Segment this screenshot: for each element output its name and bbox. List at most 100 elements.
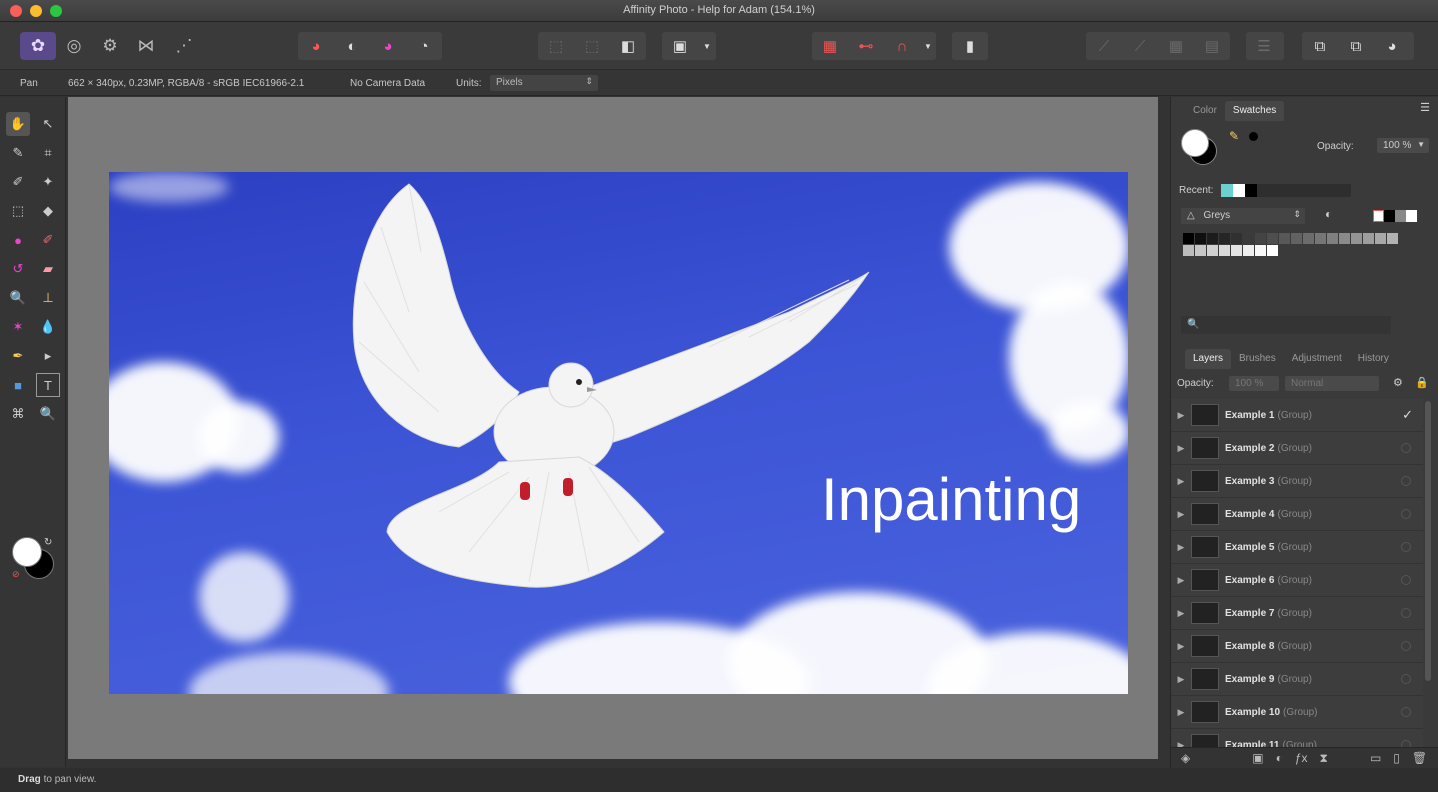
opacity-field[interactable]: 100 % ▼ <box>1377 138 1429 153</box>
flip-icon[interactable]: ⟋ <box>1122 32 1158 60</box>
grey-swatch[interactable] <box>1303 233 1314 244</box>
grey-swatch[interactable] <box>1267 245 1278 256</box>
expand-arrow-icon[interactable]: ▶ <box>1171 509 1191 520</box>
grey-swatch[interactable] <box>1231 245 1242 256</box>
no-fill-swatch[interactable] <box>1373 210 1384 222</box>
layer-row[interactable]: ▶ Example 5 (Group) <box>1171 531 1423 564</box>
grey-swatch[interactable] <box>1207 233 1218 244</box>
grey-swatch[interactable] <box>1351 233 1362 244</box>
levels-icon[interactable]: ◕ <box>298 32 334 60</box>
grey-swatch[interactable] <box>1207 245 1218 256</box>
tab-layers[interactable]: Layers <box>1185 349 1232 369</box>
chevron-down-icon[interactable]: ▼ <box>698 32 716 60</box>
tab-history[interactable]: History <box>1350 349 1397 369</box>
grid-icon[interactable]: ▦ <box>812 32 848 60</box>
visibility-toggle[interactable] <box>1401 641 1411 651</box>
mesh-warp-tool-icon[interactable]: ⌘ <box>6 402 30 426</box>
dodge-tool-icon[interactable]: ↺ <box>6 257 30 281</box>
marquee-tool-icon[interactable]: ⬚ <box>6 199 30 223</box>
erase-tool-icon[interactable]: ▰ <box>36 257 60 281</box>
invert-selection-icon[interactable]: ◧ <box>610 32 646 60</box>
swap-colors-icon[interactable]: ↻ <box>44 537 52 548</box>
color-balance-icon[interactable]: ◕ <box>370 32 406 60</box>
contrast-icon[interactable]: ◐ <box>334 32 370 60</box>
export-persona-icon[interactable]: ⋰ <box>166 32 202 60</box>
blend-mode-select[interactable]: Normal <box>1285 376 1379 391</box>
blur-tool-icon[interactable]: 💧 <box>36 315 60 339</box>
grey-swatch[interactable] <box>1279 233 1290 244</box>
layer-row[interactable]: ▶ Example 4 (Group) <box>1171 498 1423 531</box>
grey-swatch[interactable] <box>1387 233 1398 244</box>
canvas-area[interactable]: Inpainting <box>68 97 1158 759</box>
pen-tool-icon[interactable]: ✒ <box>6 344 30 368</box>
grey-swatch[interactable] <box>1315 233 1326 244</box>
trash-icon[interactable]: 🗑 <box>1412 751 1427 765</box>
layer-row[interactable]: ▶ Example 3 (Group) <box>1171 465 1423 498</box>
expand-arrow-icon[interactable]: ▶ <box>1171 707 1191 718</box>
panel-menu-icon[interactable]: ☰ <box>1420 101 1430 114</box>
clone-tool-icon[interactable]: ⊥ <box>36 286 60 310</box>
selection-brush-tool-icon[interactable]: ✐ <box>6 170 30 194</box>
add-shape-icon[interactable]: ⧉ <box>1302 32 1338 60</box>
deselect-icon[interactable]: ⬚ <box>574 32 610 60</box>
node-tool-icon[interactable]: ▸ <box>36 344 60 368</box>
recent-colors[interactable] <box>1221 184 1351 197</box>
quick-mask-icon[interactable]: ▣ <box>662 32 698 60</box>
chevron-down-icon[interactable]: ▼ <box>920 32 936 60</box>
intersect-shape-icon[interactable]: ◕ <box>1374 32 1410 60</box>
crop-tool-icon[interactable]: ⌗ <box>36 141 60 165</box>
swatch-search-field[interactable]: 🔍 <box>1181 316 1391 334</box>
visibility-toggle[interactable] <box>1401 575 1411 585</box>
swatch-grid[interactable] <box>1183 233 1405 256</box>
snap-icon[interactable]: ⊷ <box>848 32 884 60</box>
inpainting-tool-icon[interactable]: ✶ <box>6 315 30 339</box>
layer-opacity-field[interactable]: 100 % <box>1229 376 1279 391</box>
layer-stack-icon[interactable]: ◈ <box>1181 751 1190 765</box>
layer-row[interactable]: ▶ Example 7 (Group) <box>1171 597 1423 630</box>
live-filter-icon[interactable]: ⧗ <box>1320 751 1328 766</box>
grey-swatch[interactable] <box>1291 233 1302 244</box>
grey-swatch[interactable] <box>1327 233 1338 244</box>
gradient-tool-icon[interactable]: ● <box>6 228 30 252</box>
expand-arrow-icon[interactable]: ▶ <box>1171 476 1191 487</box>
move-tool-icon[interactable]: ↖ <box>36 112 60 136</box>
grey-swatch[interactable] <box>1375 233 1386 244</box>
align-menu-icon[interactable]: ☰ <box>1246 32 1282 60</box>
layer-row[interactable]: ▶ Example 1 (Group) ✓ <box>1171 399 1423 432</box>
blemish-tool-icon[interactable]: 🔍 <box>6 286 30 310</box>
grey-swatch[interactable] <box>1243 233 1254 244</box>
grey-swatch[interactable] <box>1267 233 1278 244</box>
add-adjustment-icon[interactable]: ◐ <box>1276 751 1283 765</box>
swatch-primary-color[interactable] <box>1181 129 1209 157</box>
select-all-icon[interactable]: ⬚ <box>538 32 574 60</box>
grey-swatch[interactable] <box>1183 233 1194 244</box>
view-tool-icon[interactable]: ✋ <box>6 112 30 136</box>
expand-arrow-icon[interactable]: ▶ <box>1171 542 1191 553</box>
no-color-icon[interactable]: ⊘ <box>12 569 20 580</box>
tab-color[interactable]: Color <box>1185 101 1225 121</box>
expand-arrow-icon[interactable]: ▶ <box>1171 641 1191 652</box>
recent-swatch[interactable] <box>1221 184 1233 197</box>
white-balance-icon[interactable]: ◔ <box>406 32 442 60</box>
color-picker-tool-icon[interactable]: ✎ <box>6 141 30 165</box>
zoom-tool-icon[interactable]: 🔍 <box>36 402 60 426</box>
develop-persona-icon[interactable]: ⚙ <box>92 32 128 60</box>
palette-menu-icon[interactable]: ◐ <box>1325 207 1332 221</box>
layer-row[interactable]: ▶ Example 6 (Group) <box>1171 564 1423 597</box>
recent-swatch[interactable] <box>1233 184 1245 197</box>
grey-swatch[interactable] <box>1255 233 1266 244</box>
liquify-persona-icon[interactable]: ◎ <box>56 32 92 60</box>
paint-brush-tool-icon[interactable]: ✐ <box>36 228 60 252</box>
add-mask-icon[interactable]: ▣ <box>1252 751 1263 765</box>
order-front-icon[interactable]: ▤ <box>1194 32 1230 60</box>
assistant-icon[interactable]: ▮ <box>952 32 988 60</box>
visibility-toggle[interactable] <box>1401 443 1411 453</box>
visibility-check-icon[interactable]: ✓ <box>1402 407 1413 423</box>
order-back-icon[interactable]: ▦ <box>1158 32 1194 60</box>
white-swatch[interactable] <box>1406 210 1417 222</box>
align-icon[interactable]: ⟋ <box>1086 32 1122 60</box>
tab-swatches[interactable]: Swatches <box>1224 101 1285 121</box>
expand-arrow-icon[interactable]: ▶ <box>1171 674 1191 685</box>
grey-swatch[interactable] <box>1183 245 1194 256</box>
expand-arrow-icon[interactable]: ▶ <box>1171 575 1191 586</box>
